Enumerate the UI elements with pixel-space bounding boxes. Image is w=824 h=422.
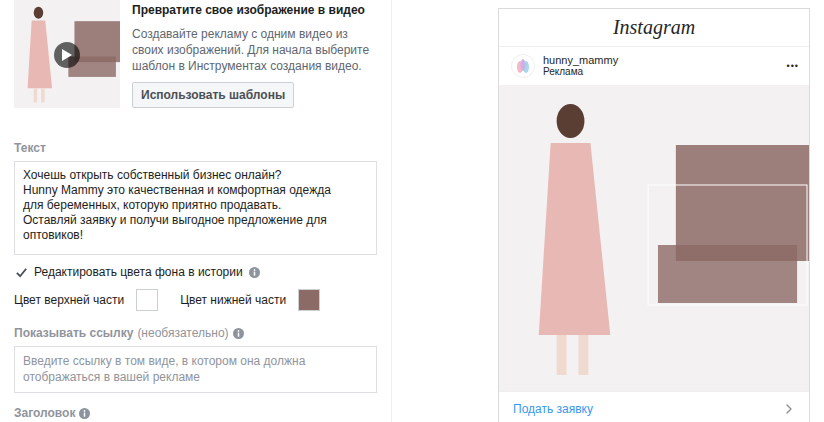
info-icon[interactable] bbox=[79, 408, 90, 419]
color-swatch[interactable] bbox=[298, 289, 320, 311]
checkbox-label: Редактировать цвета фона в истории bbox=[34, 265, 243, 279]
link-input[interactable]: Введите ссылку в том виде, в котором она… bbox=[14, 346, 377, 393]
instagram-logo: Instagram bbox=[499, 9, 809, 47]
video-thumbnail[interactable] bbox=[14, 0, 120, 108]
bg-color-checkbox-row[interactable]: Редактировать цвета фона в истории bbox=[14, 265, 377, 279]
play-icon[interactable] bbox=[54, 42, 80, 68]
text-input[interactable]: Хочешь открыть собственный бизнес онлайн… bbox=[14, 161, 377, 255]
ad-editor: Превратите свое изображение в видео Созда… bbox=[0, 0, 824, 422]
color-swatches: Цвет верхней части Цвет нижней части bbox=[14, 289, 377, 311]
more-menu[interactable]: ••• bbox=[787, 61, 799, 71]
ad-image bbox=[499, 85, 809, 391]
avatar-icon bbox=[511, 54, 535, 78]
chevron-right-icon[interactable] bbox=[781, 401, 797, 417]
account-row: hunny_mammyРеклама ••• bbox=[499, 47, 809, 85]
info-icon[interactable] bbox=[233, 328, 244, 339]
text-label: Текст bbox=[14, 140, 377, 156]
cta-row[interactable]: Подать заявку bbox=[499, 391, 809, 422]
account-name[interactable]: hunny_mammy bbox=[543, 54, 779, 66]
check-icon bbox=[15, 266, 28, 279]
checkbox[interactable] bbox=[14, 265, 28, 279]
sponsored-label: Реклама bbox=[543, 66, 779, 78]
color-swatch[interactable] bbox=[136, 289, 158, 311]
promo-text: Превратите свое изображение в видео Созда… bbox=[132, 0, 377, 118]
link-label: Показывать ссылку(необязательно) bbox=[14, 325, 377, 341]
info-icon[interactable] bbox=[249, 267, 260, 278]
color-swatch-item: Цвет верхней части bbox=[14, 289, 158, 311]
swatch-label: Цвет верхней части bbox=[14, 293, 124, 307]
ad-photo bbox=[499, 85, 809, 391]
headline-label: Заголовок bbox=[14, 405, 377, 421]
preview-area: Instagram hunny_mammyРеклама ••• Подать зая… bbox=[392, 0, 824, 422]
video-promo: Превратите свое изображение в видео Созда… bbox=[14, 0, 377, 118]
editor-panel: Превратите свое изображение в видео Созда… bbox=[0, 0, 392, 422]
templates-button[interactable]: Использовать шаблоны bbox=[132, 82, 294, 108]
promo-title: Превратите свое изображение в видео bbox=[132, 2, 377, 18]
cta-label[interactable]: Подать заявку bbox=[513, 402, 593, 416]
color-swatch-item: Цвет нижней части bbox=[180, 289, 320, 311]
instagram-preview: Instagram hunny_mammyРеклама ••• Подать зая… bbox=[498, 8, 810, 422]
swatch-label: Цвет нижней части bbox=[180, 293, 286, 307]
promo-description: Создавайте рекламу с одним видео из свои… bbox=[132, 26, 377, 74]
